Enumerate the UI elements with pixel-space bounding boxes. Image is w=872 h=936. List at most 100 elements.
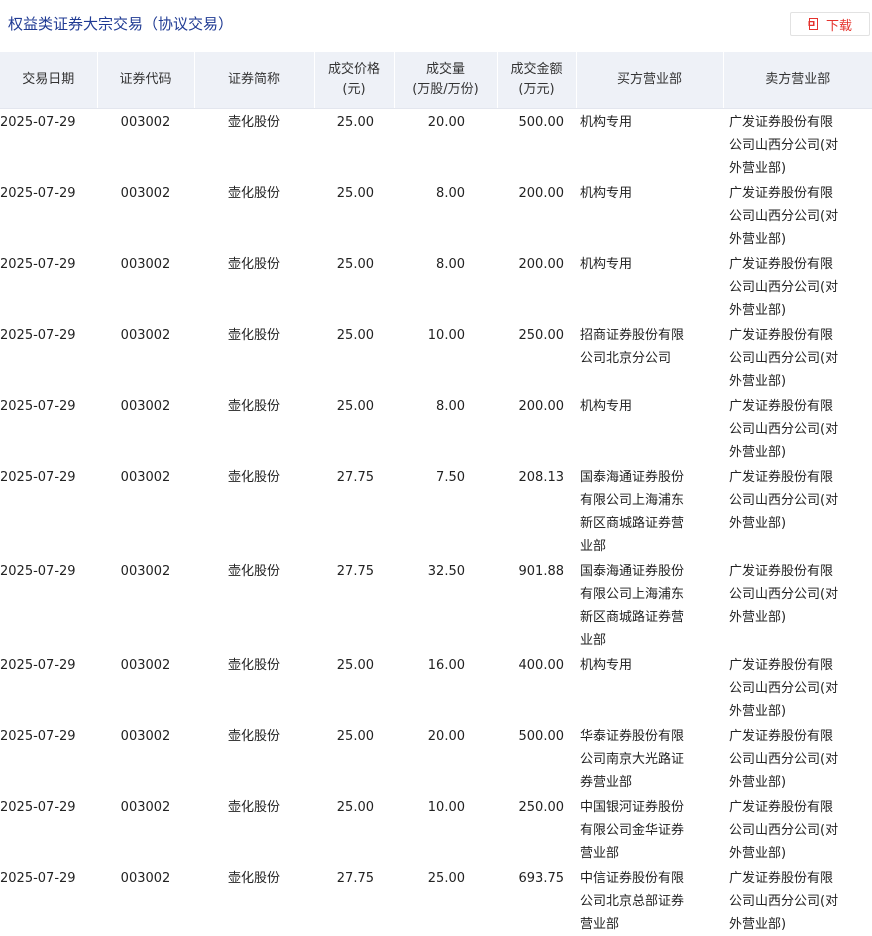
cell-name-text: 壶化股份 [194, 464, 314, 489]
cell-amount-text: 901.88 [497, 558, 576, 583]
cell-buyer-text: 华泰证券股份有限公司南京大光路证券营业部 [576, 723, 723, 794]
cell-code-text: 003002 [97, 109, 194, 134]
cell-buyer-text: 机构专用 [576, 393, 723, 418]
cell-date-text: 2025-07-29 [0, 558, 97, 583]
cell-buyer-text: 招商证券股份有限公司北京分公司 [576, 322, 723, 370]
cell-price-text: 27.75 [314, 464, 394, 489]
cell-amount-text: 693.75 [497, 865, 576, 890]
cell-amount-text: 200.00 [497, 180, 576, 205]
cell-seller: 广发证券股份有限公司山西分公司(对外营业部) [723, 723, 872, 794]
cell-buyer-text: 机构专用 [576, 180, 723, 205]
cell-code: 003002 [97, 652, 194, 723]
cell-date: 2025-07-29 [0, 558, 97, 652]
cell-amount-text: 200.00 [497, 251, 576, 276]
cell-seller-text: 广发证券股份有限公司山西分公司(对外营业部) [723, 464, 872, 535]
cell-amount: 200.00 [497, 180, 576, 251]
table-row: 2025-07-29003002壶化股份27.757.50208.13国泰海通证… [0, 464, 872, 558]
cell-name-text: 壶化股份 [194, 794, 314, 819]
cell-buyer-text: 中国银河证券股份有限公司金华证券营业部 [576, 794, 723, 865]
cell-amount: 200.00 [497, 251, 576, 322]
cell-amount-text: 250.00 [497, 322, 576, 347]
cell-code-text: 003002 [97, 723, 194, 748]
cell-date: 2025-07-29 [0, 464, 97, 558]
cell-code: 003002 [97, 723, 194, 794]
cell-amount: 208.13 [497, 464, 576, 558]
table-row: 2025-07-29003002壶化股份25.0016.00400.00机构专用… [0, 652, 872, 723]
cell-date-text: 2025-07-29 [0, 180, 97, 205]
cell-volume-text: 8.00 [394, 393, 497, 418]
cell-seller: 广发证券股份有限公司山西分公司(对外营业部) [723, 865, 872, 936]
cell-code-text: 003002 [97, 794, 194, 819]
cell-code-text: 003002 [97, 180, 194, 205]
cell-buyer-text: 国泰海通证券股份有限公司上海浦东新区商城路证券营业部 [576, 464, 723, 558]
cell-volume-text: 8.00 [394, 251, 497, 276]
column-header-seller: 卖方营业部 [723, 52, 872, 109]
cell-date-text: 2025-07-29 [0, 251, 97, 276]
cell-volume-text: 10.00 [394, 794, 497, 819]
cell-buyer-text: 中信证券股份有限公司北京总部证券营业部 [576, 865, 723, 936]
cell-seller: 广发证券股份有限公司山西分公司(对外营业部) [723, 464, 872, 558]
cell-date-text: 2025-07-29 [0, 865, 97, 890]
cell-buyer: 招商证券股份有限公司北京分公司 [576, 322, 723, 393]
cell-price: 25.00 [314, 251, 394, 322]
cell-volume: 20.00 [394, 723, 497, 794]
cell-seller-text: 广发证券股份有限公司山西分公司(对外营业部) [723, 109, 872, 180]
column-header-code: 证券代码 [97, 52, 194, 109]
cell-amount-text: 200.00 [497, 393, 576, 418]
table-row: 2025-07-29003002壶化股份25.008.00200.00机构专用广… [0, 180, 872, 251]
cell-code-text: 003002 [97, 865, 194, 890]
cell-name: 壶化股份 [194, 251, 314, 322]
cell-code: 003002 [97, 464, 194, 558]
cell-date: 2025-07-29 [0, 393, 97, 464]
cell-code-text: 003002 [97, 652, 194, 677]
block-trade-table: 交易日期证券代码证券简称成交价格(元)成交量(万股/万份)成交金额(万元)买方营… [0, 52, 872, 936]
cell-date: 2025-07-29 [0, 865, 97, 936]
cell-price: 25.00 [314, 180, 394, 251]
column-header-date: 交易日期 [0, 52, 97, 109]
cell-price: 27.75 [314, 464, 394, 558]
cell-code-text: 003002 [97, 322, 194, 347]
download-button[interactable]: 下载 [790, 12, 870, 36]
cell-code: 003002 [97, 393, 194, 464]
cell-seller: 广发证券股份有限公司山西分公司(对外营业部) [723, 393, 872, 464]
cell-seller: 广发证券股份有限公司山西分公司(对外营业部) [723, 251, 872, 322]
cell-volume: 10.00 [394, 794, 497, 865]
cell-seller: 广发证券股份有限公司山西分公司(对外营业部) [723, 109, 872, 181]
cell-date: 2025-07-29 [0, 109, 97, 181]
cell-code: 003002 [97, 251, 194, 322]
cell-buyer: 机构专用 [576, 251, 723, 322]
download-label: 下载 [826, 15, 852, 34]
cell-date-text: 2025-07-29 [0, 109, 97, 134]
cell-price-text: 25.00 [314, 251, 394, 276]
column-header-line: 成交价格 [319, 60, 390, 80]
cell-buyer-text: 机构专用 [576, 109, 723, 134]
cell-volume-text: 20.00 [394, 109, 497, 134]
cell-volume: 8.00 [394, 180, 497, 251]
cell-volume: 32.50 [394, 558, 497, 652]
cell-buyer-text: 机构专用 [576, 251, 723, 276]
cell-price: 27.75 [314, 865, 394, 936]
cell-volume: 10.00 [394, 322, 497, 393]
cell-price-text: 27.75 [314, 558, 394, 583]
column-header-line: (万元) [502, 80, 572, 100]
cell-seller-text: 广发证券股份有限公司山西分公司(对外营业部) [723, 180, 872, 251]
cell-code-text: 003002 [97, 558, 194, 583]
column-header-volume: 成交量(万股/万份) [394, 52, 497, 109]
cell-price: 27.75 [314, 558, 394, 652]
table-row: 2025-07-29003002壶化股份25.0010.00250.00招商证券… [0, 322, 872, 393]
cell-seller-text: 广发证券股份有限公司山西分公司(对外营业部) [723, 251, 872, 322]
cell-price: 25.00 [314, 322, 394, 393]
cell-name-text: 壶化股份 [194, 109, 314, 134]
cell-date-text: 2025-07-29 [0, 652, 97, 677]
cell-amount-text: 500.00 [497, 723, 576, 748]
cell-volume: 25.00 [394, 865, 497, 936]
cell-seller-text: 广发证券股份有限公司山西分公司(对外营业部) [723, 393, 872, 464]
column-header-line: 卖方营业部 [728, 70, 869, 90]
cell-buyer: 国泰海通证券股份有限公司上海浦东新区商城路证券营业部 [576, 464, 723, 558]
table-row: 2025-07-29003002壶化股份25.0020.00500.00机构专用… [0, 109, 872, 181]
cell-code-text: 003002 [97, 393, 194, 418]
cell-volume: 16.00 [394, 652, 497, 723]
cell-volume-text: 16.00 [394, 652, 497, 677]
cell-name: 壶化股份 [194, 109, 314, 181]
cell-code: 003002 [97, 794, 194, 865]
